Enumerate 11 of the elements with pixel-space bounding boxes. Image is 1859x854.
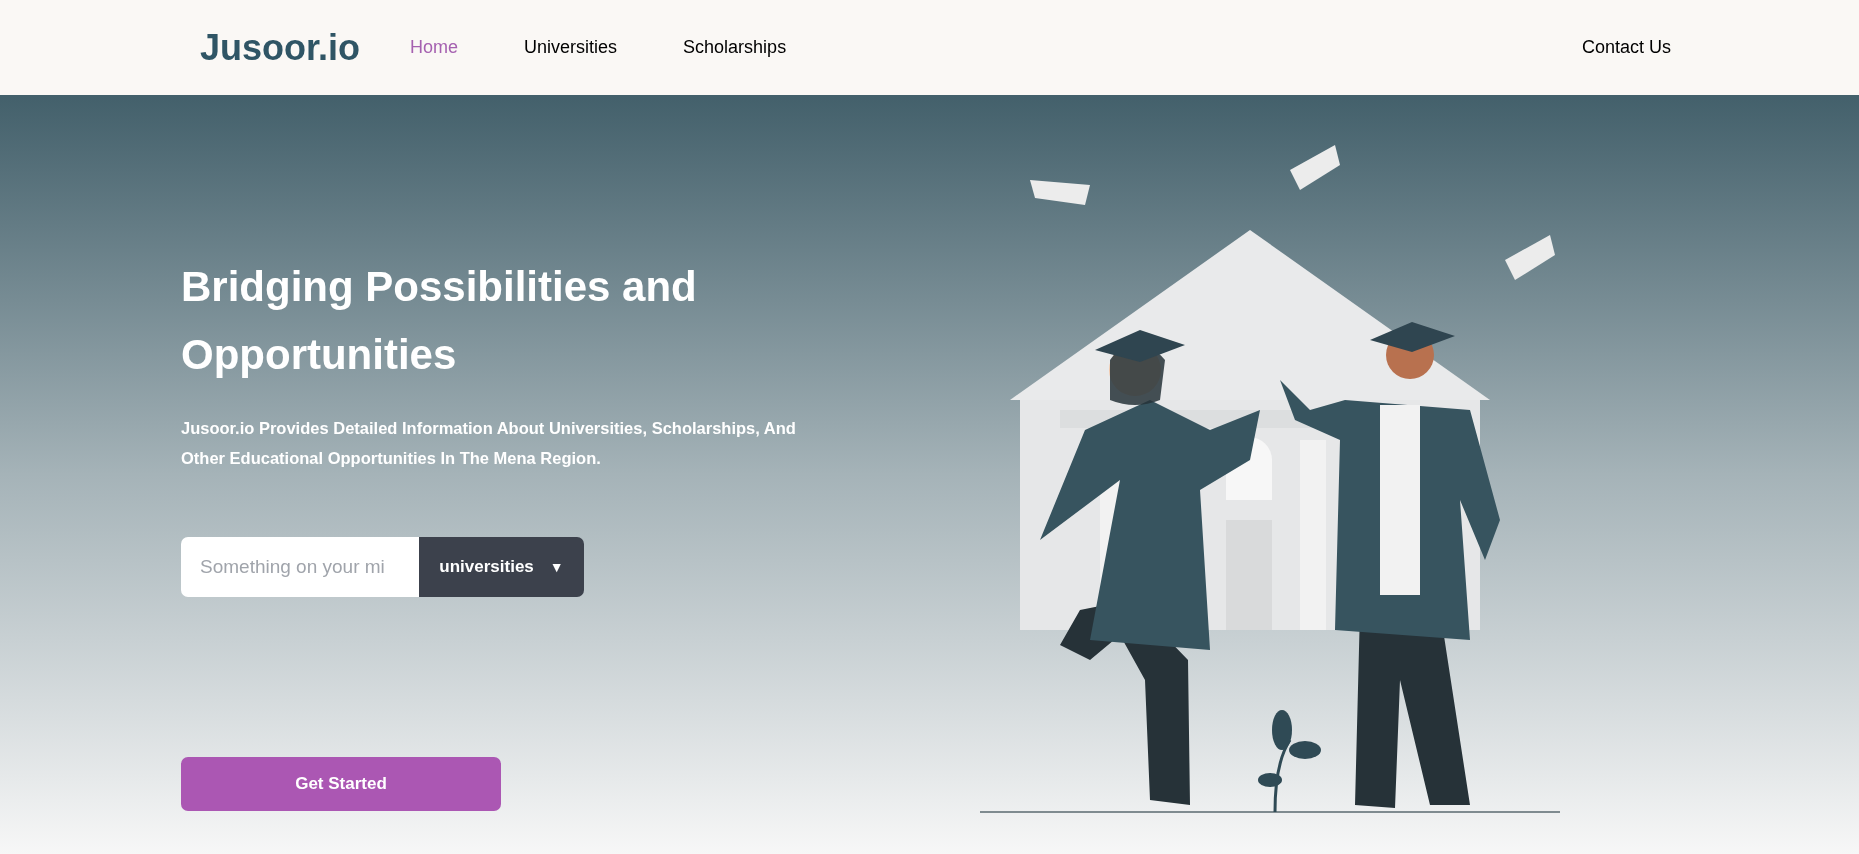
search-field[interactable]: Something on your mi bbox=[181, 537, 419, 597]
nav-link[interactable]: Universities bbox=[524, 34, 618, 61]
nav-link[interactable]: Scholarships bbox=[683, 34, 787, 61]
hero-description: Jusoor.io Provides Detailed Information About Universities, Scholarships, And Other Educational Opportunities In The Mena Region. bbox=[181, 418, 797, 469]
category-dropdown[interactable]: universities ▼ bbox=[419, 537, 584, 597]
logo[interactable]: Jusoor.io bbox=[200, 20, 361, 75]
nav-link[interactable]: Home bbox=[410, 34, 459, 61]
contact-link[interactable]: Contact Us bbox=[1581, 34, 1671, 61]
hero-heading: Bridging Possibilities and Opportunities bbox=[181, 262, 698, 380]
caret-icon: ▼ bbox=[549, 556, 564, 578]
get-started-button[interactable]: Get Started bbox=[181, 757, 501, 811]
